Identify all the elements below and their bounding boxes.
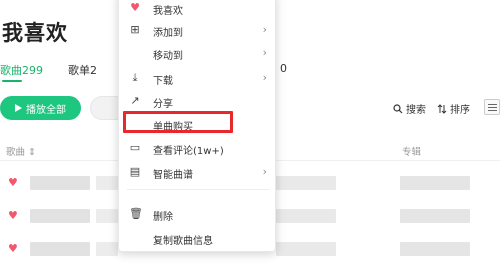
play-all-button[interactable]: 播放全部 — [0, 96, 81, 120]
tab-songs[interactable]: 歌曲299 — [0, 62, 43, 78]
liked-heart-icon[interactable]: ♥ — [8, 176, 18, 189]
menu-item-copy-info-label: 复制歌曲信息 — [153, 236, 213, 247]
blurred-artist — [276, 242, 336, 256]
menu-item-download-label: 下载 — [153, 76, 173, 87]
tab-playlists-count: 2 — [90, 64, 97, 77]
sort-icon — [437, 103, 447, 114]
share-icon: ↗ — [130, 94, 140, 107]
menu-item-smart-sheet-label: 智能曲谱 — [153, 170, 193, 181]
list-view-icon[interactable] — [484, 99, 500, 115]
play-all-label: 播放全部 — [26, 104, 66, 116]
column-song-label: 歌曲 — [6, 147, 26, 158]
search-label: 搜索 — [406, 105, 426, 116]
blurred-song-tag — [96, 242, 118, 256]
menu-item-move-to-label: 移动到 — [153, 51, 183, 62]
plus-box-icon: ⊞ — [130, 23, 140, 36]
blurred-artist — [276, 209, 336, 223]
search-button[interactable]: 搜索 — [393, 101, 426, 116]
play-icon — [15, 104, 22, 112]
blurred-album — [400, 242, 470, 256]
sort-label: 排序 — [450, 105, 470, 116]
trash-icon: 🗑 — [129, 207, 143, 220]
active-tab-indicator — [2, 80, 22, 82]
heart-icon: ♥ — [130, 1, 140, 14]
liked-heart-icon[interactable]: ♥ — [8, 242, 18, 255]
blurred-artist — [276, 176, 336, 190]
download-icon: ⤓ — [132, 71, 138, 84]
comment-icon: ▭ — [129, 141, 141, 154]
search-icon — [393, 103, 403, 113]
menu-separator — [127, 189, 269, 190]
blurred-song-title — [30, 209, 90, 223]
tab-playlists[interactable]: 歌单2 — [68, 62, 97, 78]
menu-item-move-to[interactable]: 移动到 › — [119, 42, 277, 66]
tab-songs-count: 299 — [22, 64, 43, 77]
tab-other-count: 0 — [280, 62, 287, 75]
highlight-annotation-box — [123, 111, 233, 133]
menu-item-delete-label: 删除 — [153, 212, 173, 223]
menu-item-like[interactable]: ♥ 我喜欢 — [119, 0, 277, 21]
menu-item-comments-label: 查看评论(1w+) — [153, 146, 224, 157]
sort-button[interactable]: 排序 — [437, 101, 470, 116]
sort-toggle-icon: ⇕ — [28, 147, 37, 158]
liked-heart-icon[interactable]: ♥ — [8, 209, 18, 222]
tab-playlists-label: 歌单 — [68, 64, 90, 77]
menu-item-delete[interactable]: 🗑 删除 — [119, 203, 277, 227]
sheet-icon: ▤ — [129, 165, 141, 178]
chevron-right-icon: › — [262, 23, 267, 36]
tab-other[interactable]: 0 — [280, 62, 287, 75]
blurred-song-tag — [96, 176, 118, 190]
menu-item-comments[interactable]: ▭ 查看评论(1w+) — [119, 137, 277, 161]
blurred-song-tag — [96, 209, 118, 223]
menu-item-like-label: 我喜欢 — [153, 6, 183, 17]
menu-item-share-label: 分享 — [153, 99, 173, 110]
column-header-album: 专辑 — [402, 147, 422, 158]
column-header-song[interactable]: 歌曲 ⇕ — [6, 144, 36, 158]
menu-item-add-to[interactable]: ⊞ 添加到 › — [119, 19, 277, 43]
blurred-song-title — [30, 242, 90, 256]
page-title: 我喜欢 — [2, 21, 68, 45]
menu-item-download[interactable]: ⤓ 下载 › — [119, 67, 277, 91]
menu-item-smart-sheet[interactable]: ▤ 智能曲谱 › — [119, 161, 277, 185]
menu-item-add-to-label: 添加到 — [153, 28, 183, 39]
blurred-album — [400, 176, 470, 190]
menu-item-copy-info[interactable]: 复制歌曲信息 — [119, 227, 277, 251]
blurred-song-title — [30, 176, 90, 190]
chevron-right-icon: › — [262, 71, 267, 84]
chevron-right-icon: › — [262, 165, 267, 178]
chevron-right-icon: › — [262, 46, 267, 59]
tab-songs-label: 歌曲 — [0, 64, 22, 77]
blurred-album — [400, 209, 470, 223]
